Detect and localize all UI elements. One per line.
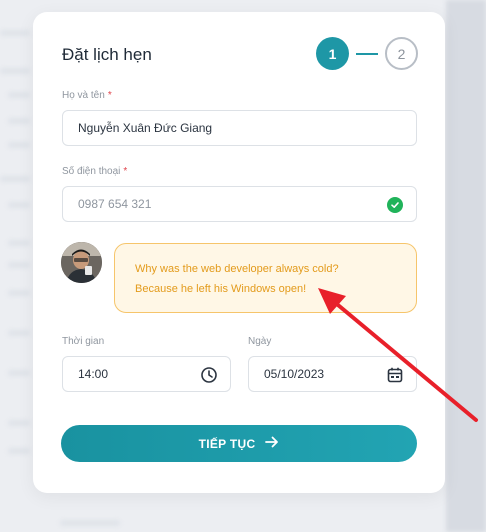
time-value: 14:00 — [78, 367, 109, 381]
step-connector — [356, 53, 378, 55]
check-circle-icon — [387, 197, 403, 213]
stepper: 1 2 — [316, 37, 418, 70]
name-label-text: Họ và tên — [62, 90, 105, 101]
arrow-right-icon — [265, 436, 279, 451]
date-label: Ngày — [248, 336, 272, 347]
phone-input[interactable]: 0987 654 321 — [62, 186, 417, 222]
avatar — [61, 242, 102, 283]
form-title: Đặt lịch hẹn — [62, 45, 152, 64]
name-value: Nguyễn Xuân Đức Giang — [78, 121, 213, 135]
phone-label: Số điện thoại * — [62, 166, 127, 177]
required-mark: * — [123, 166, 128, 177]
name-label: Họ và tên * — [62, 90, 112, 101]
name-input[interactable]: Nguyễn Xuân Đức Giang — [62, 110, 417, 146]
clock-icon[interactable] — [200, 366, 218, 384]
appointment-card: Đặt lịch hẹn 1 2 Họ và tên * Nguyễn Xuân … — [33, 12, 445, 493]
required-mark: * — [107, 90, 112, 101]
time-input[interactable]: 14:00 — [62, 356, 231, 392]
phone-value: 0987 654 321 — [78, 197, 152, 211]
chat-bubble: Why was the web developer always cold? B… — [114, 243, 417, 313]
continue-label: TIẾP TỤC — [198, 436, 256, 451]
phone-label-text: Số điện thoại — [62, 166, 121, 177]
step-1[interactable]: 1 — [316, 37, 349, 70]
continue-button[interactable]: TIẾP TỤC — [61, 425, 417, 462]
time-label: Thời gian — [62, 336, 105, 347]
date-input[interactable]: 05/10/2023 — [248, 356, 417, 392]
calendar-icon[interactable] — [386, 366, 404, 384]
chat-line-2: Because he left his Windows open! — [135, 283, 307, 295]
date-value: 05/10/2023 — [264, 367, 325, 381]
step-2[interactable]: 2 — [385, 37, 418, 70]
chat-line-1: Why was the web developer always cold? — [135, 263, 339, 275]
